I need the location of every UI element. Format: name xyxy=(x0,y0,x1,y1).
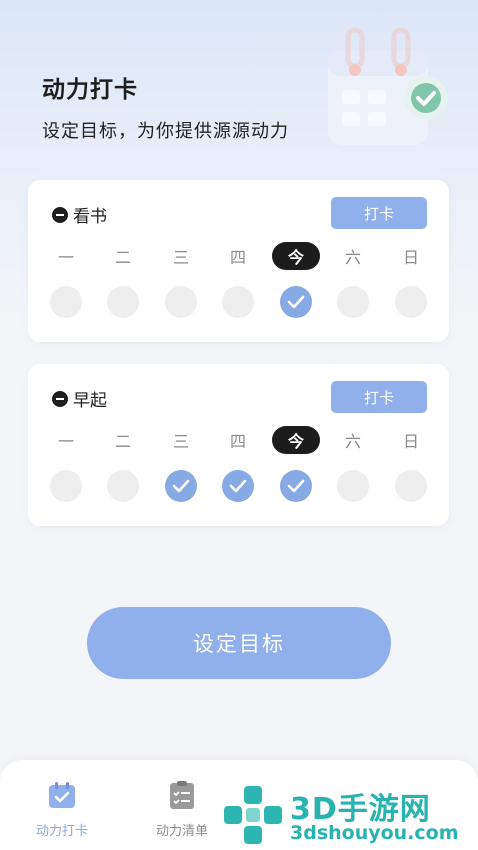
remove-habit-icon[interactable] xyxy=(52,390,68,407)
check-icon xyxy=(229,479,247,493)
punch-button[interactable]: 打卡 xyxy=(331,381,427,413)
tab-label: 动力打卡 xyxy=(35,824,88,839)
day-label: 六 xyxy=(344,432,361,451)
week-labels: 一 二 三 四 今 六 日 xyxy=(28,426,449,460)
page-subtitle: 设定目标，为你提供源源动力 xyxy=(42,121,289,142)
habit-name: 早起 xyxy=(73,391,107,411)
day-label: 一 xyxy=(57,248,74,267)
calendar-check-icon xyxy=(49,782,75,808)
tab-label: 动力清单 xyxy=(155,824,208,839)
day-label-today: 今 xyxy=(272,426,320,454)
habit-header: 看书 xyxy=(52,202,107,227)
checkin-row xyxy=(28,286,449,320)
set-goal-button[interactable]: 设定目标 xyxy=(87,607,391,679)
day-label: 二 xyxy=(114,432,131,451)
checkin-dot xyxy=(222,286,254,318)
watermark-logo-icon xyxy=(224,786,282,844)
day-label: 三 xyxy=(172,248,189,267)
checklist-icon xyxy=(170,781,194,809)
day-label: 日 xyxy=(402,248,419,267)
day-label: 日 xyxy=(402,432,419,451)
punch-button[interactable]: 打卡 xyxy=(331,197,427,229)
week-labels: 一 二 三 四 今 六 日 xyxy=(28,242,449,276)
habit-header: 早起 xyxy=(52,386,107,411)
checkin-dot xyxy=(395,470,427,502)
checkin-dot xyxy=(50,286,82,318)
tab-list[interactable]: 动力清单 xyxy=(137,780,227,839)
habit-card-reading: 看书 打卡 一 二 三 四 今 六 日 xyxy=(28,180,449,342)
checkin-dot xyxy=(337,470,369,502)
calendar-illustration-icon xyxy=(328,27,448,145)
day-label: 六 xyxy=(344,248,361,267)
day-label: 二 xyxy=(114,248,131,267)
page-title: 动力打卡 xyxy=(42,77,138,103)
checkin-dot xyxy=(107,470,139,502)
check-icon xyxy=(172,479,190,493)
checkin-dot xyxy=(337,286,369,318)
check-icon xyxy=(287,295,305,309)
checkin-dot xyxy=(50,470,82,502)
watermark: 3D手游网 3dshouyou.com xyxy=(220,778,478,850)
checkin-dot xyxy=(395,286,427,318)
day-label: 四 xyxy=(229,248,246,267)
checkin-dot-done xyxy=(165,470,197,502)
check-icon xyxy=(287,479,305,493)
checkin-dot-done xyxy=(222,470,254,502)
day-label: 四 xyxy=(229,432,246,451)
checkin-dot xyxy=(165,286,197,318)
checkin-dot-done xyxy=(280,286,312,318)
checkin-row xyxy=(28,470,449,504)
checkin-dot-done xyxy=(280,470,312,502)
checkin-dot xyxy=(107,286,139,318)
habit-card-early-rise: 早起 打卡 一 二 三 四 今 六 日 xyxy=(28,364,449,526)
habit-name: 看书 xyxy=(73,207,107,227)
day-label-today: 今 xyxy=(272,242,320,270)
watermark-url: 3dshouyou.com xyxy=(290,822,459,844)
remove-habit-icon[interactable] xyxy=(52,206,68,223)
day-label: 一 xyxy=(57,432,74,451)
day-label: 三 xyxy=(172,432,189,451)
tab-checkin[interactable]: 动力打卡 xyxy=(17,780,107,839)
